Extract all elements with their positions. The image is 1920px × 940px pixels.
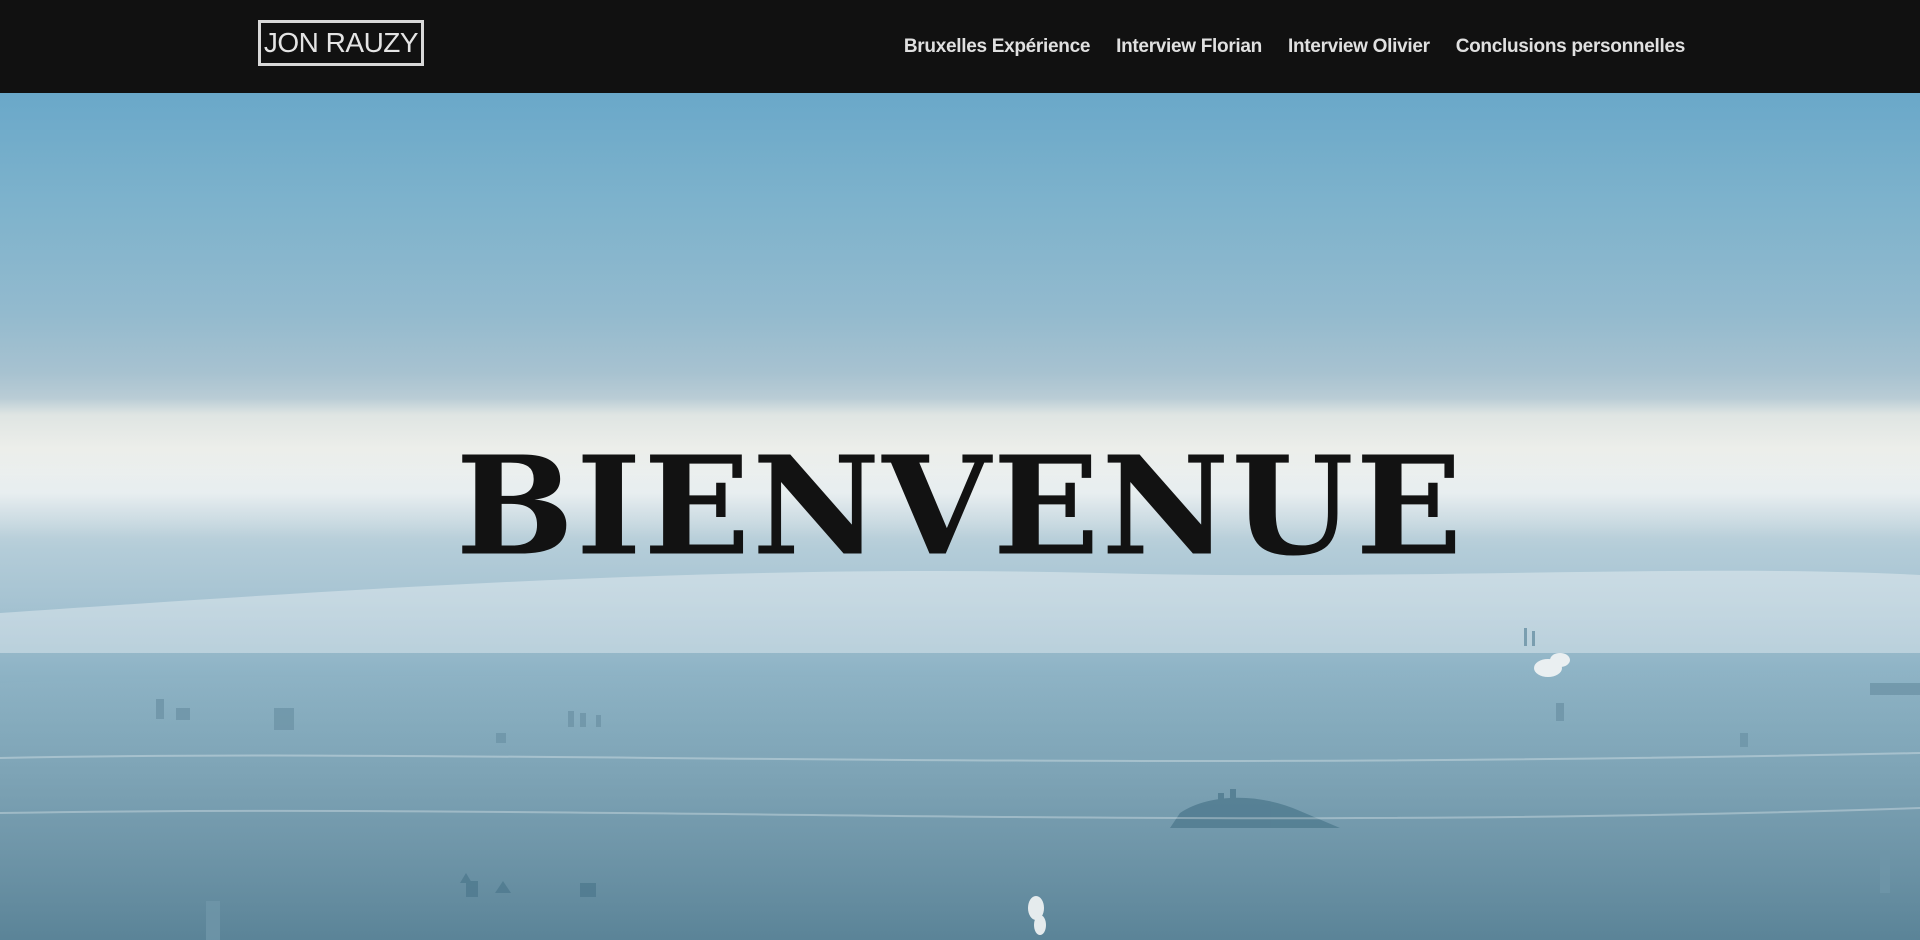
nav-link-conclusions-personnelles[interactable]: Conclusions personnelles [1456, 36, 1686, 58]
main-nav: Bruxelles Expérience Interview Florian I… [904, 0, 1685, 93]
site-logo[interactable]: JON RAUZY [258, 20, 424, 66]
nav-link-bruxelles-experience[interactable]: Bruxelles Expérience [904, 36, 1091, 58]
nav-link-interview-florian[interactable]: Interview Florian [1116, 36, 1262, 58]
hero-title: BIENVENUE [455, 427, 1465, 587]
hero-section: BIENVENUE [0, 93, 1920, 940]
site-header: JON RAUZY Bruxelles Expérience Interview… [0, 0, 1920, 93]
nav-link-interview-olivier[interactable]: Interview Olivier [1288, 36, 1430, 58]
logo-text: JON RAUZY [263, 27, 419, 58]
